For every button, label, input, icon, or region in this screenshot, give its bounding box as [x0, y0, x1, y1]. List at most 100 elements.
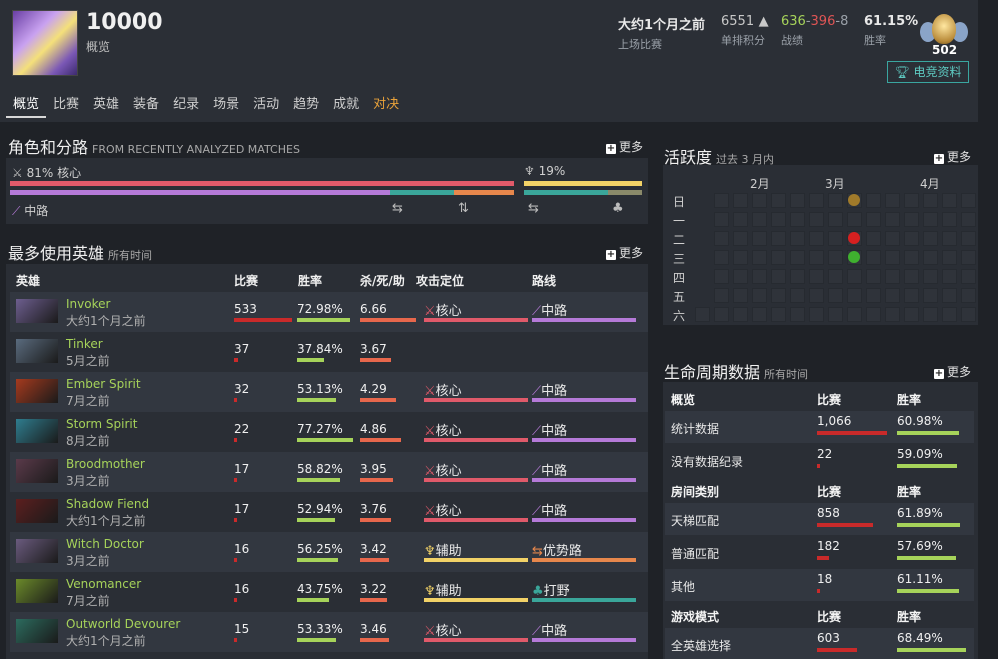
- hero-row[interactable]: Shadow Fiend 大约1个月之前 17 52.94% 3.76 ⚔︎核心 ⟋中路: [10, 492, 648, 532]
- lifetime-row[interactable]: 统计数据 1,066 60.98%: [665, 411, 974, 443]
- calendar-day[interactable]: [904, 231, 919, 246]
- calendar-day[interactable]: [752, 307, 767, 322]
- hero-name-link[interactable]: Outworld Devourer: [66, 617, 180, 631]
- calendar-day[interactable]: [904, 288, 919, 303]
- calendar-day[interactable]: [714, 250, 729, 265]
- col-matches[interactable]: 比赛: [234, 272, 258, 289]
- esports-profile-button[interactable]: 🏆︎ 电竞资料: [887, 61, 969, 83]
- hero-portrait[interactable]: [16, 499, 58, 523]
- calendar-day[interactable]: [866, 288, 881, 303]
- hero-portrait[interactable]: [16, 619, 58, 643]
- hero-portrait[interactable]: [16, 459, 58, 483]
- hero-row[interactable]: Broodmother 3月之前 17 58.82% 3.95 ⚔︎核心 ⟋中路: [10, 452, 648, 492]
- heroes-more-button[interactable]: + 更多: [606, 244, 643, 261]
- col-winrate[interactable]: 胜率: [298, 272, 322, 289]
- calendar-day[interactable]: [942, 307, 957, 322]
- calendar-day[interactable]: [923, 212, 938, 227]
- calendar-day[interactable]: [866, 250, 881, 265]
- calendar-day[interactable]: [904, 250, 919, 265]
- calendar-day[interactable]: [695, 307, 710, 322]
- hero-name-link[interactable]: Ember Spirit: [66, 377, 141, 391]
- hero-row[interactable]: Invoker 大约1个月之前 533 72.98% 6.66 ⚔︎核心 ⟋中路: [10, 292, 648, 332]
- calendar-day[interactable]: [790, 288, 805, 303]
- hero-name-link[interactable]: Shadow Fiend: [66, 497, 149, 511]
- calendar-day[interactable]: [885, 288, 900, 303]
- tab-item[interactable]: 比赛: [46, 96, 86, 118]
- calendar-day[interactable]: [885, 307, 900, 322]
- hero-row[interactable]: Storm Spirit 8月之前 22 77.27% 4.86 ⚔︎核心 ⟋中路: [10, 412, 648, 452]
- calendar-day[interactable]: [790, 212, 805, 227]
- calendar-day[interactable]: [961, 269, 976, 284]
- calendar-day[interactable]: [771, 250, 786, 265]
- calendar-day[interactable]: [714, 307, 729, 322]
- calendar-day[interactable]: [809, 193, 824, 208]
- calendar-day[interactable]: [923, 307, 938, 322]
- hero-row[interactable]: Witch Doctor 3月之前 16 56.25% 3.42 ♆辅助 ⇆优势路: [10, 532, 648, 572]
- hero-portrait[interactable]: [16, 299, 58, 323]
- tab-item[interactable]: 成就: [326, 96, 366, 118]
- player-avatar[interactable]: [12, 10, 78, 76]
- col-role[interactable]: 攻击定位: [416, 272, 464, 289]
- calendar-day[interactable]: [752, 212, 767, 227]
- hero-row[interactable]: Tinker 5月之前 37 37.84% 3.67: [10, 332, 648, 372]
- calendar-day[interactable]: [771, 288, 786, 303]
- calendar-day[interactable]: [809, 250, 824, 265]
- calendar-day[interactable]: [828, 212, 843, 227]
- hero-portrait[interactable]: [16, 379, 58, 403]
- calendar-day[interactable]: [733, 307, 748, 322]
- hero-name-link[interactable]: Broodmother: [66, 457, 145, 471]
- hero-name-link[interactable]: Witch Doctor: [66, 537, 144, 551]
- tab-item[interactable]: 概览: [6, 96, 47, 118]
- calendar-day[interactable]: [714, 269, 729, 284]
- calendar-day[interactable]: [942, 250, 957, 265]
- lifetime-row[interactable]: 其他 18 61.11%: [665, 569, 974, 601]
- calendar-day[interactable]: [847, 269, 862, 284]
- col-hero[interactable]: 英雄: [16, 272, 40, 289]
- lifetime-more-button[interactable]: + 更多: [934, 363, 971, 380]
- tab-item[interactable]: 趋势: [286, 96, 326, 118]
- calendar-day[interactable]: [866, 212, 881, 227]
- calendar-day[interactable]: [733, 269, 748, 284]
- calendar-day[interactable]: [828, 288, 843, 303]
- calendar-day[interactable]: [733, 231, 748, 246]
- calendar-day[interactable]: [923, 269, 938, 284]
- calendar-day[interactable]: [942, 288, 957, 303]
- calendar-day[interactable]: [923, 231, 938, 246]
- hero-portrait[interactable]: [16, 339, 58, 363]
- calendar-day[interactable]: [885, 212, 900, 227]
- calendar-day[interactable]: [847, 288, 862, 303]
- hero-row[interactable]: Venomancer 7月之前 16 43.75% 3.22 ♆辅助 ♣打野: [10, 572, 648, 612]
- calendar-day[interactable]: [790, 193, 805, 208]
- hero-portrait[interactable]: [16, 539, 58, 563]
- calendar-day[interactable]: [961, 250, 976, 265]
- calendar-day[interactable]: [752, 288, 767, 303]
- calendar-day[interactable]: [714, 193, 729, 208]
- calendar-day[interactable]: [790, 269, 805, 284]
- calendar-day[interactable]: [866, 307, 881, 322]
- calendar-day[interactable]: [885, 250, 900, 265]
- calendar-day[interactable]: [904, 212, 919, 227]
- calendar-day[interactable]: [961, 212, 976, 227]
- lifetime-row[interactable]: 天梯匹配 858 61.89%: [665, 503, 974, 535]
- hero-portrait[interactable]: [16, 419, 58, 443]
- calendar-day[interactable]: [961, 288, 976, 303]
- hero-name-link[interactable]: Storm Spirit: [66, 417, 137, 431]
- calendar-day[interactable]: [733, 193, 748, 208]
- calendar-day[interactable]: [809, 231, 824, 246]
- hero-name-link[interactable]: Invoker: [66, 297, 110, 311]
- activity-dot[interactable]: [848, 194, 860, 206]
- calendar-day[interactable]: [771, 269, 786, 284]
- calendar-day[interactable]: [809, 288, 824, 303]
- calendar-day[interactable]: [885, 193, 900, 208]
- calendar-day[interactable]: [828, 231, 843, 246]
- calendar-day[interactable]: [923, 288, 938, 303]
- calendar-day[interactable]: [771, 212, 786, 227]
- col-kda[interactable]: 杀/死/助: [360, 272, 405, 289]
- hero-name-link[interactable]: Venomancer: [66, 577, 141, 591]
- calendar-day[interactable]: [752, 269, 767, 284]
- lifetime-row[interactable]: 普通匹配 182 57.69%: [665, 536, 974, 568]
- calendar-day[interactable]: [828, 307, 843, 322]
- calendar-day[interactable]: [714, 212, 729, 227]
- calendar-day[interactable]: [904, 307, 919, 322]
- activity-dot[interactable]: [848, 251, 860, 263]
